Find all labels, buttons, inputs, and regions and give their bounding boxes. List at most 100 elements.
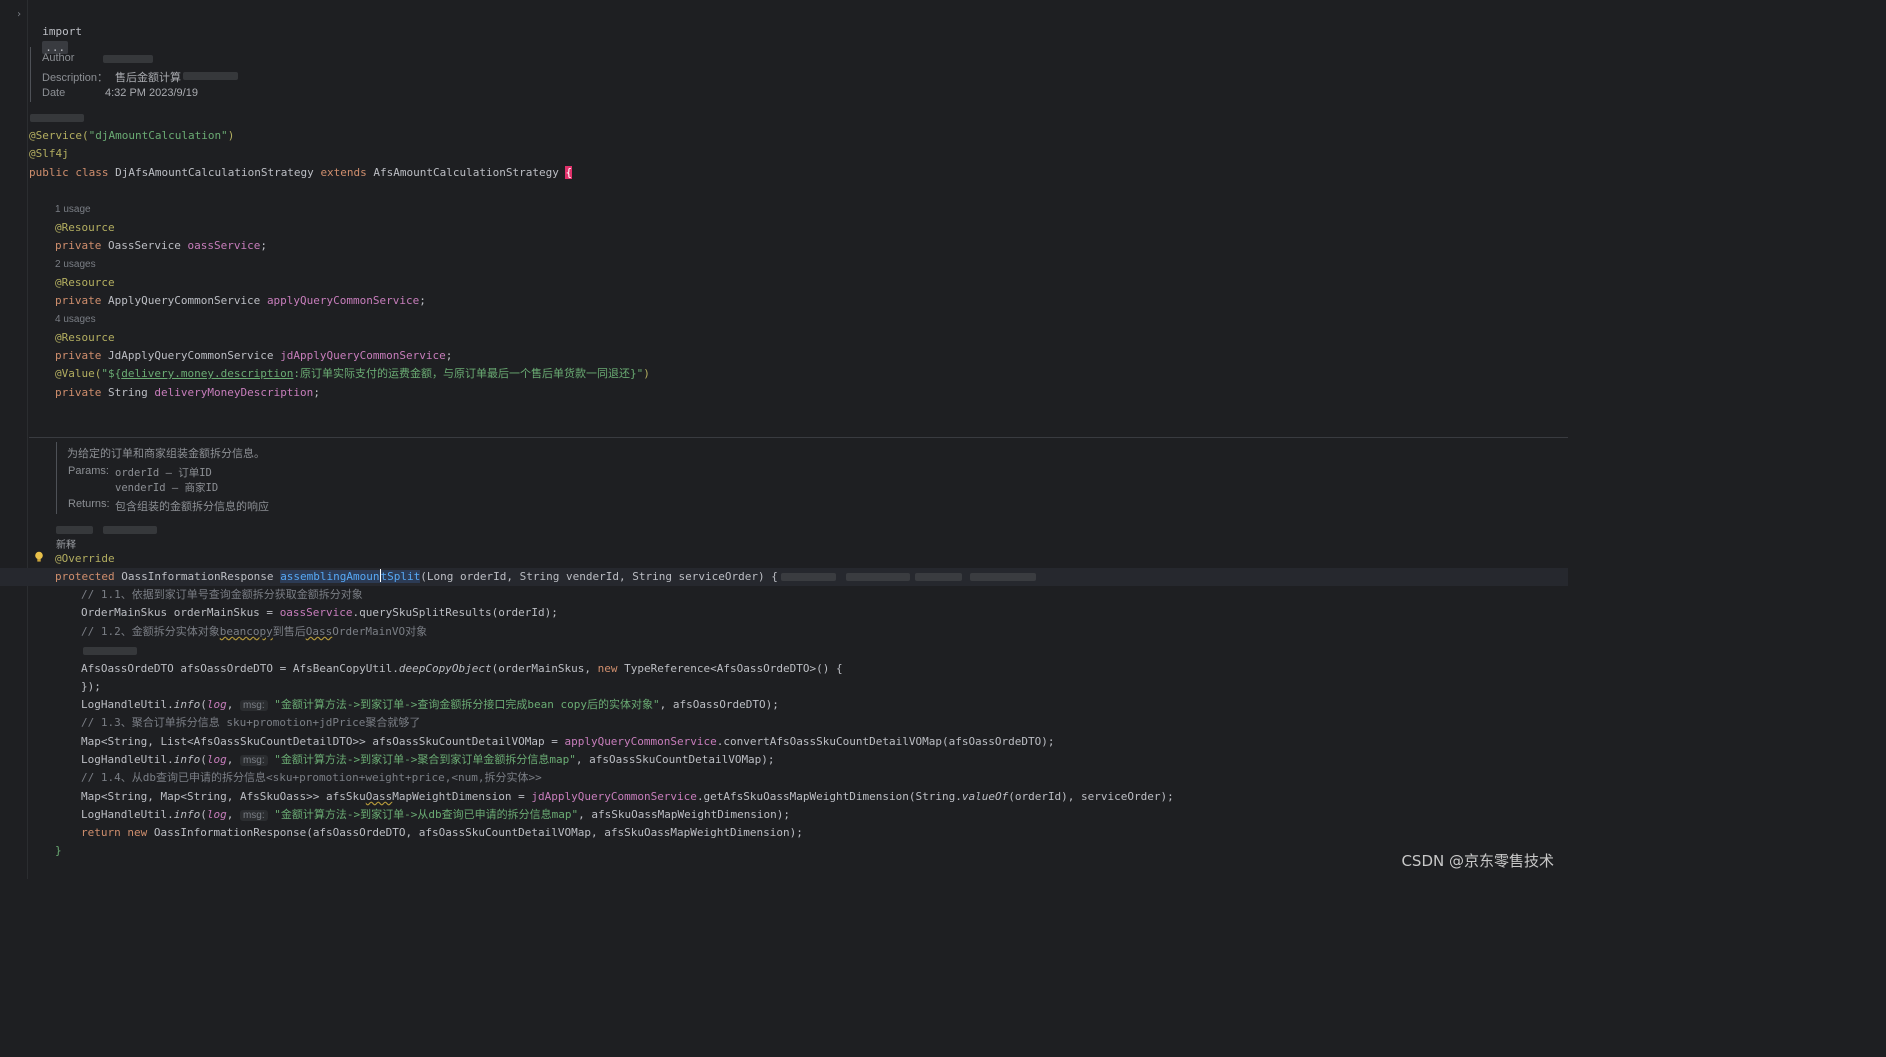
redacted-author-hint (30, 114, 84, 122)
javadoc-param-vender-id: venderId – 商家ID (115, 482, 219, 494)
param-hint-msg: msg: (239, 810, 268, 821)
import-line[interactable]: import ... (29, 8, 82, 54)
field-line-delivery-desc[interactable]: private String deliveryMoneyDescription; (55, 385, 320, 401)
javadoc-returns-value: 包含组装的金额拆分信息的响应 (115, 501, 269, 513)
field-name: deliveryMoneyDescription (154, 386, 314, 399)
redacted-inline-2 (846, 573, 910, 581)
csdn-watermark: CSDN @京东零售技术 (1401, 852, 1554, 870)
value-annotation-line[interactable]: @Value("${delivery.money.description:原订单… (55, 366, 650, 382)
method-signature-line[interactable]: protected OassInformationResponse assemb… (55, 569, 778, 585)
private-keyword: private (55, 386, 102, 399)
redacted-author (103, 55, 153, 63)
date-label: Date (42, 87, 66, 99)
protected-keyword: protected (55, 570, 115, 583)
javadoc-returns-label: Returns: (68, 498, 110, 510)
field-line-oass-service[interactable]: private OassService oassService; (55, 238, 267, 254)
redacted-description (183, 72, 238, 80)
redacted-inline-4 (970, 573, 1036, 581)
comment-1-1: // 1.1、依据到家订单号查询金额拆分获取金额拆分对象 (81, 588, 363, 601)
redacted-author-hint-1 (56, 526, 93, 534)
resource-annotation-2[interactable]: @Resource (55, 275, 115, 291)
code-line-convert-map[interactable]: Map<String, List<AfsOassSkuCountDetailDT… (81, 734, 1055, 750)
comment-1-3: // 1.3、聚合订单拆分信息 sku+promotion+jdPrice聚合就… (81, 716, 421, 729)
javadoc-bar (56, 442, 57, 514)
redacted-author-hint-3 (83, 647, 137, 655)
redacted-author-hint-2 (103, 526, 157, 534)
doc-bar (30, 47, 31, 102)
param-hint-msg: msg: (239, 700, 268, 711)
field-type: JdApplyQueryCommonService (107, 349, 274, 362)
method-close-brace[interactable]: } (55, 843, 62, 859)
javadoc-param-order-id: orderId – 订单ID (115, 467, 212, 479)
date-value: 4:32 PM 2023/9/19 (105, 87, 198, 99)
field-type: OassService (107, 239, 181, 252)
public-keyword: public (29, 166, 69, 179)
property-key-link[interactable]: delivery.money.description (121, 367, 293, 380)
redacted-inline-1 (781, 573, 836, 581)
comment-1-2: // 1.2、金额拆分实体对象beancopy到售后OassOrderMainV… (81, 625, 428, 638)
class-open-brace: { (565, 166, 573, 179)
private-keyword: private (55, 239, 102, 252)
static-method-call: deepCopyObject (398, 662, 492, 675)
code-line-log-2[interactable]: LogHandleUtil.info(log, msg: "金额计算方法->到家… (81, 752, 775, 768)
field-name: jdApplyQueryCommonService (280, 349, 446, 362)
description-value: 售后金额计算 (115, 72, 181, 84)
usage-hint-2[interactable]: 2 usages (55, 259, 96, 270)
method-separator (29, 437, 1568, 438)
javadoc-summary: 为给定的订单和商家组装金额拆分信息。 (67, 448, 265, 460)
semicolon: ; (260, 239, 267, 252)
service-annotation-close: ) (227, 129, 235, 142)
typo-underline: beancopy (219, 625, 273, 638)
return-type: OassInformationResponse (121, 570, 274, 583)
resource-annotation-1[interactable]: @Resource (55, 220, 115, 236)
code-line-query-sku[interactable]: OrderMainSkus orderMainSkus = oassServic… (81, 605, 558, 621)
usage-hint-1[interactable]: 1 usage (55, 204, 91, 215)
value-string-start: "${ (101, 367, 122, 380)
class-declaration-line[interactable]: public class DjAfsAmountCalculationStrat… (29, 165, 573, 181)
private-keyword: private (55, 349, 102, 362)
value-annotation: @Value( (55, 367, 102, 380)
field-ref: oassService (279, 606, 353, 619)
code-line-deep-copy[interactable]: AfsOassOrdeDTO afsOassOrdeDTO = AfsBeanC… (81, 661, 843, 677)
code-line-log-1[interactable]: LogHandleUtil.info(log, msg: "金额计算方法->到家… (81, 697, 779, 713)
redacted-inline-3 (915, 573, 962, 581)
field-line-jd-apply-query[interactable]: private JdApplyQueryCommonService jdAppl… (55, 348, 452, 364)
class-keyword: class (75, 166, 109, 179)
code-line-log-3[interactable]: LogHandleUtil.info(log, msg: "金额计算方法->到家… (81, 807, 790, 823)
field-name: oassService (187, 239, 261, 252)
field-name: applyQueryCommonService (266, 294, 420, 307)
service-annotation: @Service( (29, 129, 89, 142)
lightbulb-icon[interactable] (34, 551, 44, 563)
editor-gutter[interactable] (0, 0, 28, 879)
return-keyword: return (81, 826, 121, 839)
code-line-return[interactable]: return new OassInformationResponse(afsOa… (81, 825, 803, 841)
private-keyword: private (55, 294, 102, 307)
new-keyword: new (597, 662, 618, 675)
field-line-apply-query[interactable]: private ApplyQueryCommonService applyQue… (55, 293, 426, 309)
slf4j-annotation[interactable]: @Slf4j (29, 146, 69, 162)
extends-keyword: extends (320, 166, 367, 179)
field-type: ApplyQueryCommonService (107, 294, 261, 307)
resource-annotation-3[interactable]: @Resource (55, 330, 115, 346)
semicolon: ; (313, 386, 320, 399)
method-name[interactable]: assemblingAmountSplit (280, 569, 421, 583)
service-name-string: "djAmountCalculation" (88, 129, 228, 142)
author-label: Author (42, 52, 75, 64)
code-line-weight-dimension[interactable]: Map<String, Map<String, AfsSkuOass>> afs… (81, 789, 1174, 805)
value-string-rest: :原订单实际支付的运费金额，与原订单最后一个售后单货款一同退还}" (293, 367, 644, 380)
import-keyword: import (42, 25, 82, 38)
override-annotation[interactable]: @Override (55, 551, 115, 567)
javadoc-params-label: Params: (68, 465, 109, 477)
typo-underline: Oass (305, 625, 333, 638)
code-line-close-anon[interactable]: }); (81, 679, 101, 695)
description-label: Description： (42, 72, 109, 84)
semicolon: ; (419, 294, 426, 307)
method-open-brace: { (764, 570, 778, 583)
usage-hint-3[interactable]: 4 usages (55, 314, 96, 325)
new-keyword: new (127, 826, 148, 839)
param-hint-msg: msg: (239, 755, 268, 766)
service-annotation-line[interactable]: @Service("djAmountCalculation") (29, 128, 234, 144)
fold-chevron-icon[interactable]: › (16, 9, 22, 20)
comment-1-4: // 1.4、从db查询已申请的拆分信息<sku+promotion+weigh… (81, 771, 542, 784)
field-type: String (107, 386, 148, 399)
